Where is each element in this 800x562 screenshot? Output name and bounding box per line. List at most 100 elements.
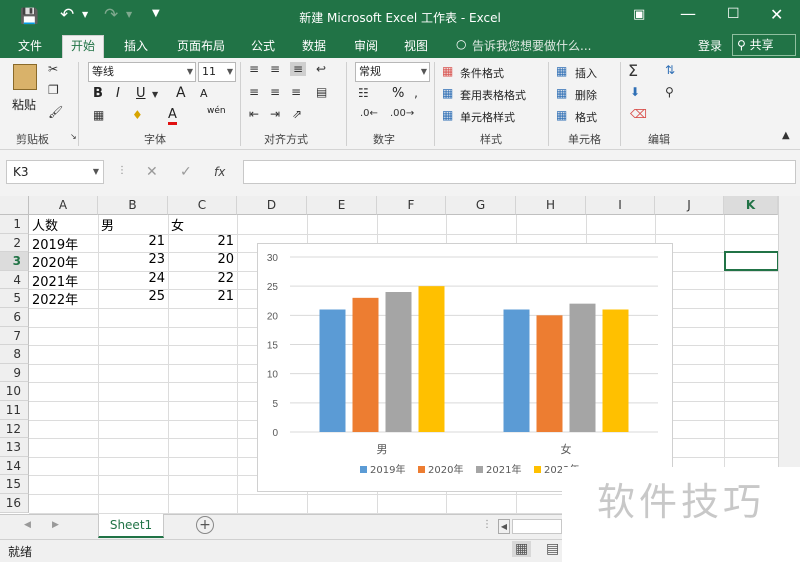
active-cell-k3[interactable] [724, 251, 779, 271]
paste-button[interactable]: 粘贴 [10, 62, 42, 112]
cell-a1[interactable]: 人数 [32, 215, 98, 234]
horizontal-scrollbar[interactable] [512, 519, 562, 534]
row-header-2[interactable]: 2 [0, 233, 29, 253]
cell-b2[interactable]: 21 [99, 234, 165, 249]
maximize-icon[interactable]: ☐ [727, 6, 740, 22]
underline-dropdown-icon[interactable]: ▼ [152, 90, 158, 99]
row-header-6[interactable]: 6 [0, 308, 29, 327]
sort-filter-icon[interactable]: ⇅ [665, 63, 675, 77]
cell-c4[interactable]: 22 [168, 271, 234, 286]
tab-formulas[interactable]: 公式 [251, 36, 275, 58]
enter-icon[interactable]: ✓ [180, 164, 192, 180]
format-as-table-button[interactable]: 套用表格格式 [460, 87, 526, 103]
format-cells-button[interactable]: 格式 [575, 109, 597, 125]
cell-c5[interactable]: 21 [168, 289, 234, 304]
border-icon[interactable]: ▦ [93, 108, 104, 122]
font-name-select[interactable]: 等线 ▼ [88, 62, 196, 82]
tab-insert[interactable]: 插入 [124, 36, 148, 58]
column-header-b[interactable]: B [98, 196, 168, 215]
row-header-3[interactable]: 3 [0, 252, 29, 271]
page-layout-view-icon[interactable]: ▤ [546, 541, 559, 557]
cell-a2[interactable]: 2019年 [32, 234, 98, 253]
close-icon[interactable]: ✕ [770, 5, 783, 24]
column-header-g[interactable]: G [446, 196, 516, 215]
row-header-7[interactable]: 7 [0, 326, 29, 346]
font-size-select[interactable]: 11 ▼ [198, 62, 236, 82]
cell-styles-button[interactable]: 单元格样式 [460, 109, 515, 125]
comma-icon[interactable]: ‚ [414, 86, 418, 100]
tab-data[interactable]: 数据 [302, 36, 326, 58]
fill-color-icon[interactable]: ♦ [132, 108, 143, 122]
tab-page-layout[interactable]: 页面布局 [177, 36, 225, 58]
column-header-f[interactable]: F [377, 196, 446, 215]
tab-home[interactable]: 开始 [62, 35, 105, 58]
cell-a5[interactable]: 2022年 [32, 289, 98, 308]
ribbon-display-icon[interactable]: ▣ [633, 7, 645, 22]
copy-icon[interactable]: ❐ [48, 83, 59, 97]
cell-c2[interactable]: 21 [168, 234, 234, 249]
minimize-icon[interactable]: — [680, 4, 696, 23]
column-header-k[interactable]: K [724, 196, 778, 215]
align-bottom-icon[interactable]: ≡ [290, 62, 307, 76]
clear-icon[interactable]: ⌫ [630, 107, 647, 121]
name-box[interactable]: K3 ▼ [6, 160, 104, 184]
bold-button[interactable]: B [93, 86, 103, 101]
phonetic-button[interactable]: wén [207, 106, 226, 116]
font-color-button[interactable]: A [168, 107, 177, 125]
cell-a3[interactable]: 2020年 [32, 252, 98, 271]
tell-me-box[interactable]: 告诉我您想要做什么... [472, 37, 591, 54]
add-sheet-icon[interactable]: + [196, 516, 214, 534]
shrink-font-button[interactable]: A [200, 87, 208, 100]
cut-icon[interactable]: ✂ [48, 62, 58, 76]
format-painter-icon[interactable]: 🖌 [48, 105, 63, 119]
row-header-13[interactable]: 13 [0, 438, 29, 457]
cell-b1[interactable]: 男 [101, 215, 167, 234]
insert-function-button[interactable]: fx [214, 165, 225, 179]
fill-icon[interactable]: ⬇ [630, 85, 640, 99]
login-link[interactable]: 登录 [698, 37, 722, 54]
row-header-4[interactable]: 4 [0, 270, 29, 290]
cell-b4[interactable]: 24 [99, 271, 165, 286]
share-button[interactable]: ⚲ 共享 [732, 34, 796, 56]
increase-indent-icon[interactable]: ⇥ [270, 107, 280, 121]
autosum-icon[interactable]: Σ [628, 61, 638, 80]
scroll-left-icon[interactable]: ◀ [24, 520, 31, 530]
row-header-9[interactable]: 9 [0, 363, 29, 383]
find-select-icon[interactable]: ⚲ [665, 85, 674, 99]
italic-button[interactable]: I [116, 86, 120, 101]
row-header-16[interactable]: 16 [0, 494, 29, 513]
select-all-corner[interactable] [0, 196, 29, 215]
align-center-icon[interactable]: ≡ [270, 85, 280, 99]
row-header-12[interactable]: 12 [0, 419, 29, 439]
sheet-tab-sheet1[interactable]: Sheet1 [98, 514, 164, 538]
decrease-decimal-icon[interactable]: .00→ [390, 108, 414, 119]
underline-button[interactable]: U [136, 86, 146, 101]
cell-c1[interactable]: 女 [171, 215, 237, 234]
decrease-indent-icon[interactable]: ⇤ [249, 107, 259, 121]
tab-view[interactable]: 视图 [404, 36, 428, 58]
column-header-i[interactable]: I [586, 196, 655, 215]
collapse-ribbon-icon[interactable]: ▲ [782, 130, 790, 141]
row-header-14[interactable]: 14 [0, 456, 29, 476]
column-header-a[interactable]: A [29, 196, 98, 215]
column-header-d[interactable]: D [237, 196, 307, 215]
row-header-8[interactable]: 8 [0, 345, 29, 364]
number-format-select[interactable]: 常规 ▼ [355, 62, 430, 82]
clipboard-launcher-icon[interactable]: ↘ [70, 132, 77, 141]
delete-cells-button[interactable]: 删除 [575, 87, 597, 103]
row-header-15[interactable]: 15 [0, 475, 29, 494]
cancel-icon[interactable]: ✕ [146, 164, 158, 180]
row-header-10[interactable]: 10 [0, 382, 29, 401]
normal-view-icon[interactable]: ▦ [512, 541, 532, 557]
grow-font-button[interactable]: A [176, 85, 186, 101]
align-top-icon[interactable]: ≡ [249, 62, 259, 76]
chart[interactable]: 051015202530男女2019年2020年2021年2022年 [257, 243, 673, 492]
cell-a4[interactable]: 2021年 [32, 271, 98, 290]
cell-b5[interactable]: 25 [99, 289, 165, 304]
align-right-icon[interactable]: ≡ [291, 85, 301, 99]
column-header-h[interactable]: H [516, 196, 586, 215]
row-header-11[interactable]: 11 [0, 401, 29, 420]
percent-button[interactable]: % [392, 86, 404, 101]
increase-decimal-icon[interactable]: .0← [360, 108, 378, 119]
column-header-c[interactable]: C [168, 196, 237, 215]
